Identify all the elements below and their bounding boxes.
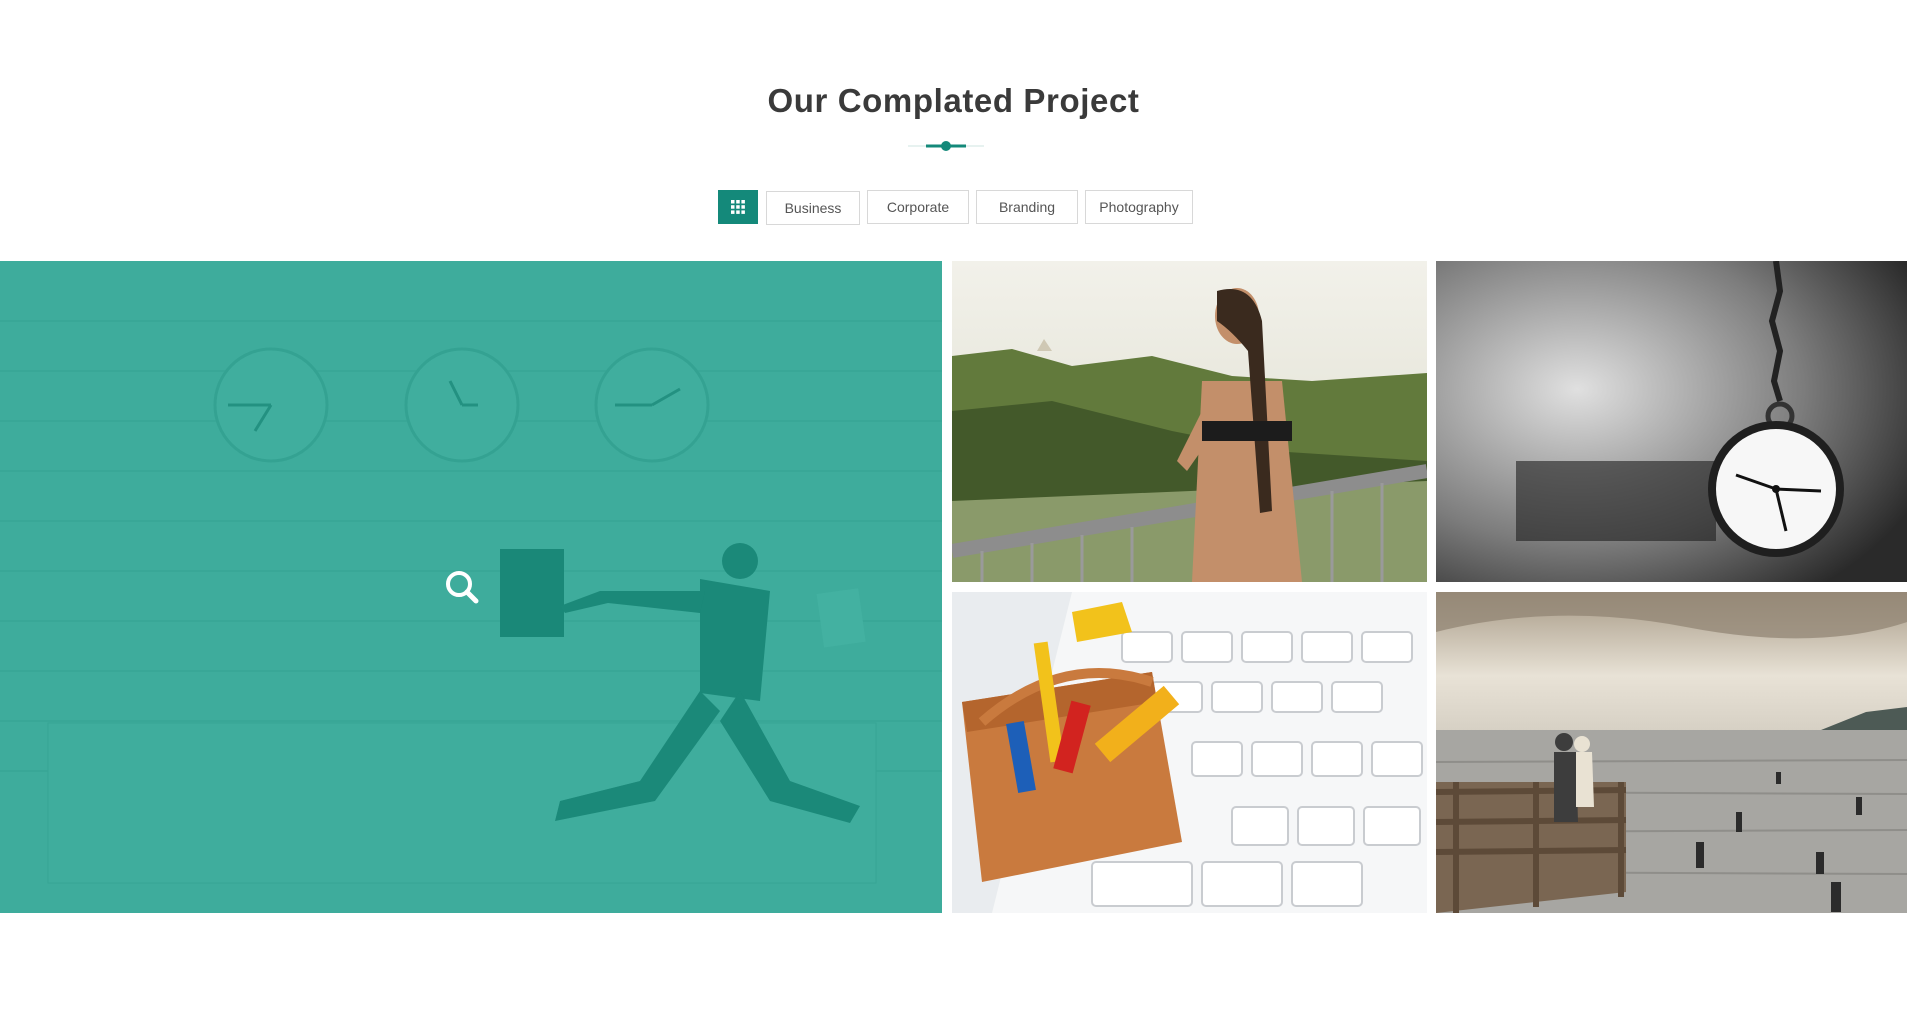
portfolio-item-couple-pier[interactable] [1436, 592, 1907, 913]
filter-label: Photography [1099, 199, 1179, 215]
filter-photography-button[interactable]: Photography [1085, 190, 1193, 224]
filter-corporate-button[interactable]: Corporate [867, 190, 969, 224]
portfolio-item-pocket-watch[interactable] [1436, 261, 1907, 582]
filter-business-button[interactable]: Business [766, 191, 860, 225]
couple-on-pier-image [1436, 592, 1907, 913]
filter-label: Business [784, 200, 842, 216]
filter-all-button[interactable] [718, 190, 758, 224]
portfolio-item-woman-balcony[interactable] [952, 261, 1427, 582]
filter-branding-button[interactable]: Branding [976, 190, 1078, 224]
toolbox-keyboard-image [952, 592, 1427, 913]
filter-label: Corporate [886, 199, 950, 215]
woman-on-balcony-image [952, 261, 1427, 582]
pocket-watch-image [1436, 261, 1907, 582]
title-separator [908, 141, 984, 151]
portfolio-item-toolbox[interactable] [952, 592, 1427, 913]
grid-icon [731, 200, 745, 214]
section-title: Our Complated Project [767, 82, 1140, 119]
portfolio-item-businessman[interactable] [0, 261, 942, 913]
filter-label: Branding [998, 199, 1056, 215]
search-icon[interactable] [444, 569, 480, 605]
